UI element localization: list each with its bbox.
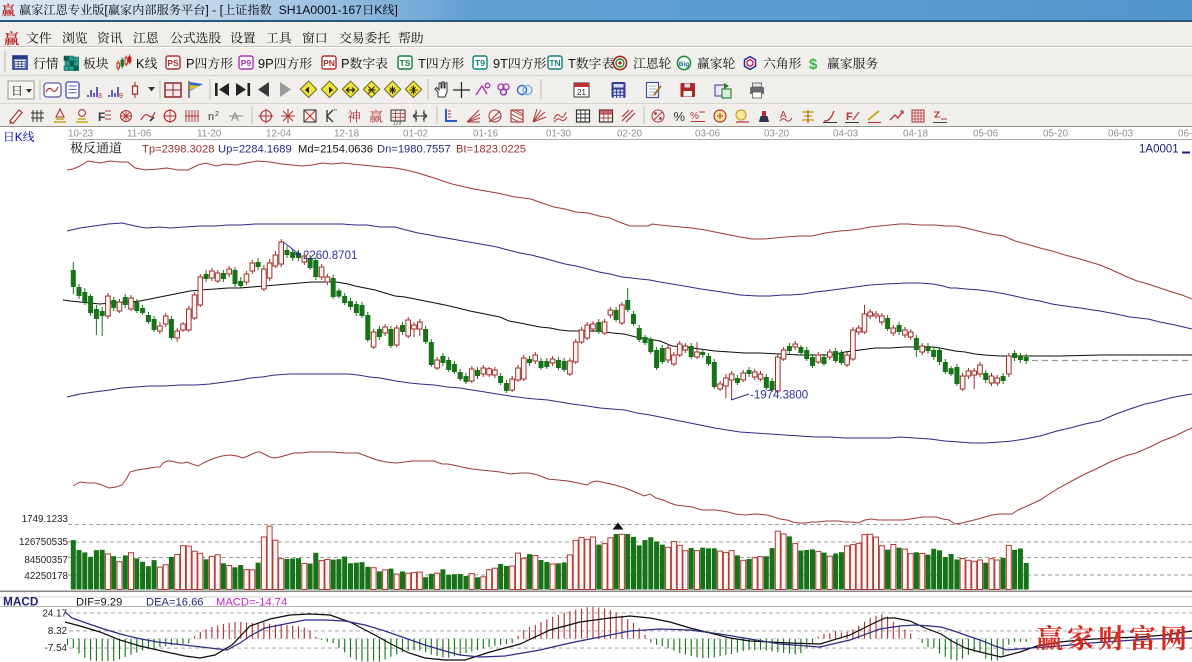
svg-text:05-06: 05-06 — [973, 129, 999, 140]
svg-text:T: T — [568, 56, 576, 71]
svg-text:Big: Big — [679, 61, 690, 68]
svg-text:P: P — [186, 56, 195, 71]
svg-text:$: $ — [809, 56, 818, 73]
svg-text:P9: P9 — [241, 58, 252, 68]
svg-text:1749.1233: 1749.1233 — [22, 514, 69, 525]
svg-text:n: n — [208, 111, 214, 123]
svg-text:DIF=9.29: DIF=9.29 — [76, 597, 122, 609]
svg-text:TN: TN — [549, 58, 560, 68]
svg-text:21: 21 — [577, 88, 586, 97]
svg-text:K: K — [15, 130, 23, 144]
svg-text:04-03: 04-03 — [833, 129, 859, 140]
svg-text:%: % — [690, 111, 699, 122]
svg-text:]: ] — [395, 3, 398, 17]
svg-text:SH1A0001-167: SH1A0001-167 — [272, 3, 362, 17]
svg-text:123: 123 — [393, 121, 402, 127]
svg-text:84500357: 84500357 — [24, 555, 68, 566]
svg-text:] - [: ] - [ — [205, 3, 223, 17]
svg-text:10-23: 10-23 — [68, 129, 94, 140]
svg-text:[: [ — [104, 3, 108, 17]
svg-text:-1974.3800: -1974.3800 — [750, 390, 808, 402]
svg-text:01-16: 01-16 — [473, 129, 499, 140]
svg-text:01-30: 01-30 — [546, 129, 572, 140]
svg-text:": " — [334, 108, 337, 117]
svg-text:8.32: 8.32 — [48, 626, 67, 637]
svg-text:T9: T9 — [475, 58, 485, 68]
svg-text:Up=2284.1689: Up=2284.1689 — [218, 144, 292, 156]
svg-text:12-04: 12-04 — [266, 129, 292, 140]
svg-text:K: K — [374, 3, 382, 17]
svg-text:K: K — [136, 56, 145, 71]
svg-text:3: 3 — [98, 93, 102, 100]
svg-text:06-03: 06-03 — [1108, 129, 1134, 140]
svg-text:F: F — [846, 111, 853, 123]
svg-text:06-17: 06-17 — [1178, 129, 1192, 140]
svg-text:Md=2154.0636: Md=2154.0636 — [298, 144, 373, 156]
svg-text:Bt=1823.0225: Bt=1823.0225 — [456, 144, 526, 156]
svg-text:Dn=1980.7557: Dn=1980.7557 — [377, 144, 451, 156]
svg-text:DEA=16.66: DEA=16.66 — [146, 597, 204, 609]
svg-text:42250178: 42250178 — [24, 571, 68, 582]
svg-text:PN: PN — [323, 58, 335, 68]
svg-text:9P: 9P — [258, 56, 274, 71]
svg-text:02-20: 02-20 — [617, 129, 643, 140]
svg-text:24.17: 24.17 — [42, 609, 67, 620]
svg-text:T: T — [418, 56, 426, 71]
svg-text:9: 9 — [119, 93, 123, 100]
svg-text:2: 2 — [215, 111, 219, 118]
svg-text:P: P — [341, 56, 350, 71]
svg-text:MACD: MACD — [3, 595, 39, 609]
svg-text:04-18: 04-18 — [903, 129, 929, 140]
svg-text:9T: 9T — [493, 56, 508, 71]
svg-text:A: A — [231, 110, 239, 124]
svg-text:05-20: 05-20 — [1043, 129, 1069, 140]
svg-text:-7.54: -7.54 — [45, 643, 68, 654]
svg-text:F: F — [98, 110, 105, 124]
svg-text:%: % — [674, 109, 686, 124]
svg-text:MACD=-14.74: MACD=-14.74 — [216, 597, 287, 609]
svg-text:126750535: 126750535 — [19, 537, 69, 548]
svg-text:11-20: 11-20 — [197, 129, 222, 140]
svg-text:12-18: 12-18 — [334, 129, 360, 140]
svg-text:Tp=2398.3028: Tp=2398.3028 — [142, 144, 214, 156]
svg-text:03-06: 03-06 — [695, 129, 721, 140]
svg-text:11-06: 11-06 — [127, 129, 152, 140]
svg-text:PS: PS — [167, 58, 179, 68]
svg-text:01-02: 01-02 — [403, 129, 428, 140]
svg-text:1A0001: 1A0001 — [1139, 144, 1179, 156]
svg-text:TS: TS — [400, 58, 411, 68]
svg-text:2260.8701: 2260.8701 — [303, 250, 357, 262]
svg-text:03-20: 03-20 — [764, 129, 790, 140]
